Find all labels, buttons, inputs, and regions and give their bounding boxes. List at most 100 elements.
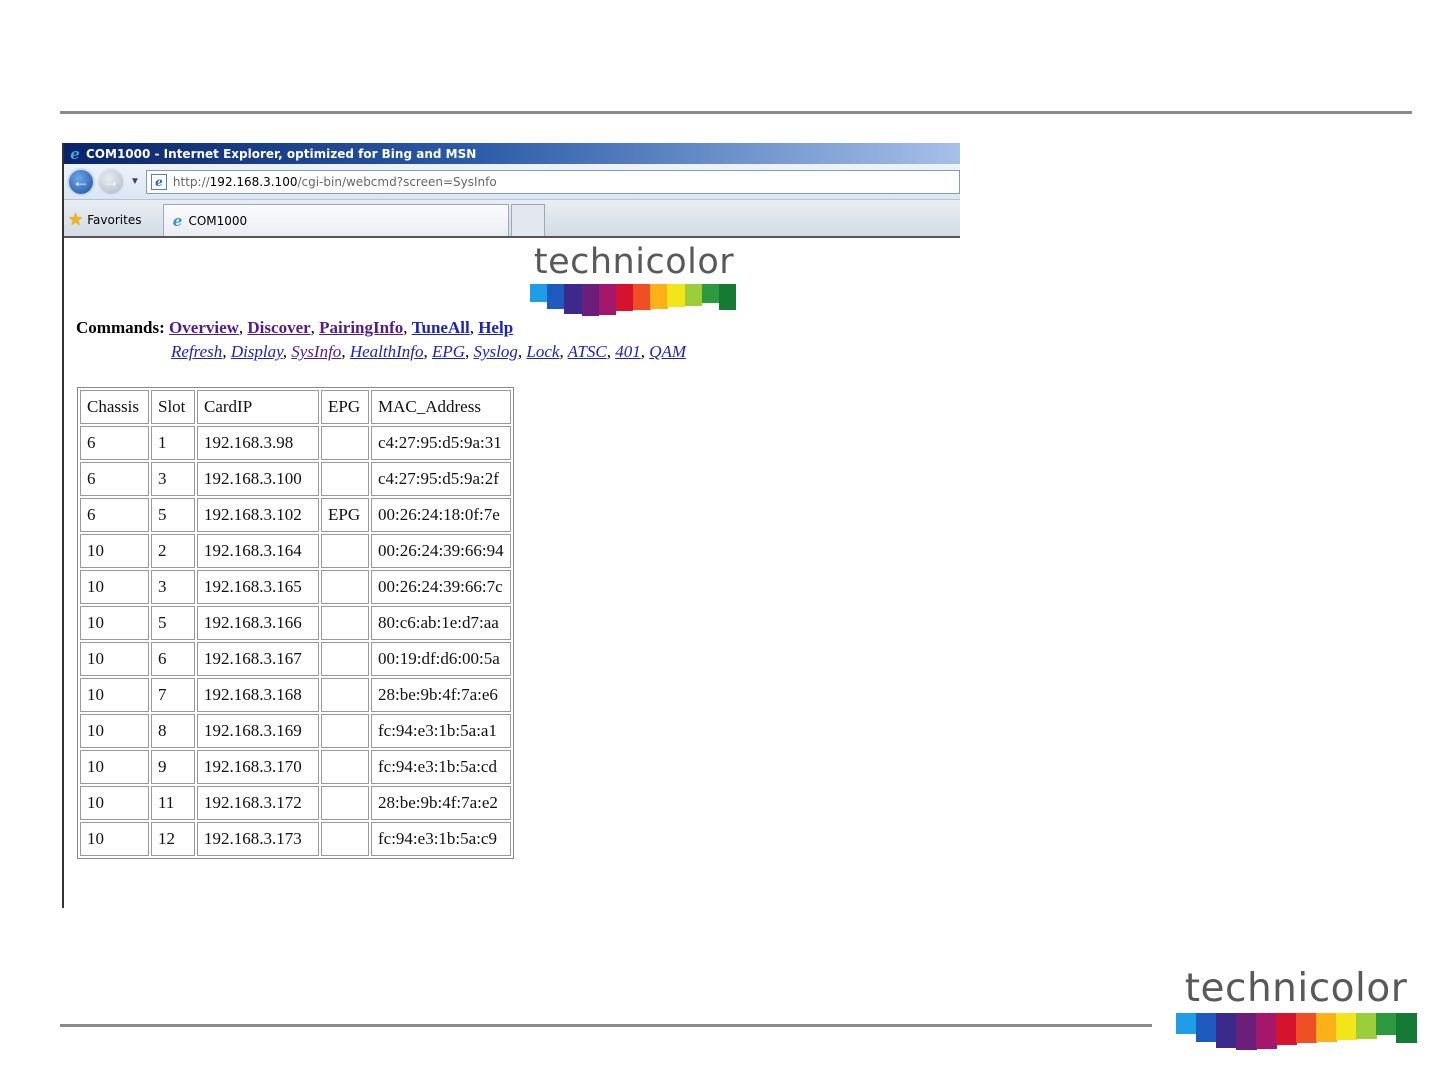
tab-com1000[interactable]: e COM1000: [163, 204, 510, 236]
history-dropdown-icon[interactable]: ▼: [130, 176, 140, 187]
table-cell: [321, 678, 369, 712]
table-cell: c4:27:95:d5:9a:31: [371, 426, 511, 460]
table-cell: 192.168.3.98: [197, 426, 319, 460]
url-path: /cgi-bin/webcmd?screen=SysInfo: [297, 174, 497, 189]
slide-logo-text: technicolor: [1184, 966, 1408, 1011]
page-content: technicolor Commands: Overview, Discover…: [64, 238, 960, 908]
table-cell: [321, 642, 369, 676]
command-refresh[interactable]: Refresh: [171, 342, 222, 361]
table-cell: fc:94:e3:1b:5a:cd: [371, 750, 511, 784]
table-cell: EPG: [321, 498, 369, 532]
forward-button[interactable]: →: [97, 167, 125, 196]
table-cell: 9: [151, 750, 195, 784]
command-display[interactable]: Display: [231, 342, 283, 361]
table-cell: 10: [80, 786, 149, 820]
table-cell: 10: [80, 606, 149, 640]
table-cell: 00:26:24:39:66:94: [371, 534, 511, 568]
table-row: 6 3 192.168.3.100 c4:27:95:d5:9a:2f: [80, 462, 511, 496]
logo-stripe: [1336, 1013, 1357, 1040]
command-syslog[interactable]: Syslog: [474, 342, 518, 361]
window-title: COM1000 - Internet Explorer, optimized f…: [86, 146, 477, 161]
new-tab-button[interactable]: [511, 204, 546, 236]
logo-text: technicolor: [533, 242, 735, 282]
logo-stripe: [581, 284, 600, 317]
logo-stripe: [1236, 1013, 1257, 1051]
command-lock[interactable]: Lock: [526, 342, 559, 361]
table-cell: 28:be:9b:4f:7a:e6: [371, 678, 511, 712]
table-cell: 192.168.3.167: [197, 642, 319, 676]
table-cell: 2: [151, 534, 195, 568]
logo-stripe: [1316, 1013, 1337, 1043]
logo-stripe: [1216, 1013, 1237, 1049]
table-row: 10 8 192.168.3.169 fc:94:e3:1b:5a:a1: [80, 714, 511, 748]
commands-label: Commands:: [76, 318, 165, 337]
logo-stripe: [1176, 1013, 1197, 1035]
tab-label: COM1000: [188, 213, 248, 228]
logo-stripe: [684, 284, 703, 307]
command-epg[interactable]: EPG: [432, 342, 465, 361]
command-discover[interactable]: Discover: [247, 318, 310, 337]
table-cell: 192.168.3.100: [197, 462, 319, 496]
table-cell: 192.168.3.166: [197, 606, 319, 640]
column-header: Slot: [151, 390, 195, 424]
browser-titlebar: e COM1000 - Internet Explorer, optimized…: [64, 143, 960, 164]
table-cell: c4:27:95:d5:9a:2f: [371, 462, 511, 496]
tab-ie-icon: e: [172, 211, 183, 230]
address-bar[interactable]: e http://192.168.3.100/cgi-bin/webcmd?sc…: [145, 169, 960, 194]
table-row: 10 9 192.168.3.170 fc:94:e3:1b:5a:cd: [80, 750, 511, 784]
table-row: 10 11 192.168.3.172 28:be:9b:4f:7a:e2: [80, 786, 511, 820]
table-cell: 192.168.3.164: [197, 534, 319, 568]
table-row: 10 5 192.168.3.166 80:c6:ab:1e:d7:aa: [80, 606, 511, 640]
logo-stripe: [633, 284, 651, 311]
command-tuneall[interactable]: TuneAll: [412, 318, 470, 337]
table-cell: 192.168.3.165: [197, 570, 319, 604]
table-cell: 192.168.3.102: [197, 498, 319, 532]
table-row: 10 6 192.168.3.167 00:19:df:d6:00:5a: [80, 642, 511, 676]
table-cell: 10: [80, 678, 149, 712]
command-401[interactable]: 401: [615, 342, 641, 361]
table-row: 10 2 192.168.3.164 00:26:24:39:66:94: [80, 534, 511, 568]
command-help[interactable]: Help: [478, 318, 513, 337]
command-pairinginfo[interactable]: PairingInfo: [319, 318, 403, 337]
command-sysinfo[interactable]: SysInfo: [291, 342, 341, 361]
command-healthinfo[interactable]: HealthInfo: [350, 342, 424, 361]
back-arrow-icon: ←: [72, 171, 90, 191]
logo-stripe: [547, 284, 565, 310]
table-cell: fc:94:e3:1b:5a:a1: [371, 714, 511, 748]
table-cell: 00:19:df:d6:00:5a: [371, 642, 511, 676]
back-button[interactable]: ←: [67, 167, 95, 196]
command-atsc[interactable]: ATSC: [568, 342, 607, 361]
logo-stripe: [1276, 1013, 1297, 1045]
table-cell: 7: [151, 678, 195, 712]
table-cell: 1: [151, 426, 195, 460]
logo-stripe: [1296, 1013, 1317, 1044]
commands-primary: Commands: Overview, Discover, PairingInf…: [76, 318, 514, 337]
table-cell: 192.168.3.172: [197, 786, 319, 820]
table-cell: 10: [80, 642, 149, 676]
table-cell: 6: [151, 642, 195, 676]
favorites-button[interactable]: ★ Favorites: [68, 204, 141, 236]
table-row: 10 7 192.168.3.168 28:be:9b:4f:7a:e6: [80, 678, 511, 712]
column-header: MAC_Address: [371, 390, 511, 424]
logo-stripe: [1396, 1013, 1417, 1044]
table-row: 10 3 192.168.3.165 00:26:24:39:66:7c: [80, 570, 511, 604]
logo-stripe: [1196, 1013, 1217, 1043]
table-header-row: Chassis Slot CardIP EPG MAC_Address: [80, 390, 511, 424]
logo-stripe: [598, 284, 617, 316]
table-cell: 80:c6:ab:1e:d7:aa: [371, 606, 511, 640]
table-cell: 192.168.3.168: [197, 678, 319, 712]
column-header: Chassis: [80, 390, 149, 424]
command-qam[interactable]: QAM: [649, 342, 686, 361]
table-cell: 00:26:24:18:0f:7e: [371, 498, 511, 532]
column-header: EPG: [321, 390, 369, 424]
command-overview[interactable]: Overview: [169, 318, 239, 337]
logo-stripe: [701, 284, 720, 304]
table-cell: 00:26:24:39:66:7c: [371, 570, 511, 604]
table-cell: 6: [80, 462, 149, 496]
table-cell: 192.168.3.170: [197, 750, 319, 784]
table-cell: [321, 606, 369, 640]
table-row: 6 5 192.168.3.102 EPG 00:26:24:18:0f:7e: [80, 498, 511, 532]
logo-stripe: [1256, 1013, 1277, 1050]
logo-stripe: [667, 284, 685, 308]
table-cell: 10: [80, 534, 149, 568]
